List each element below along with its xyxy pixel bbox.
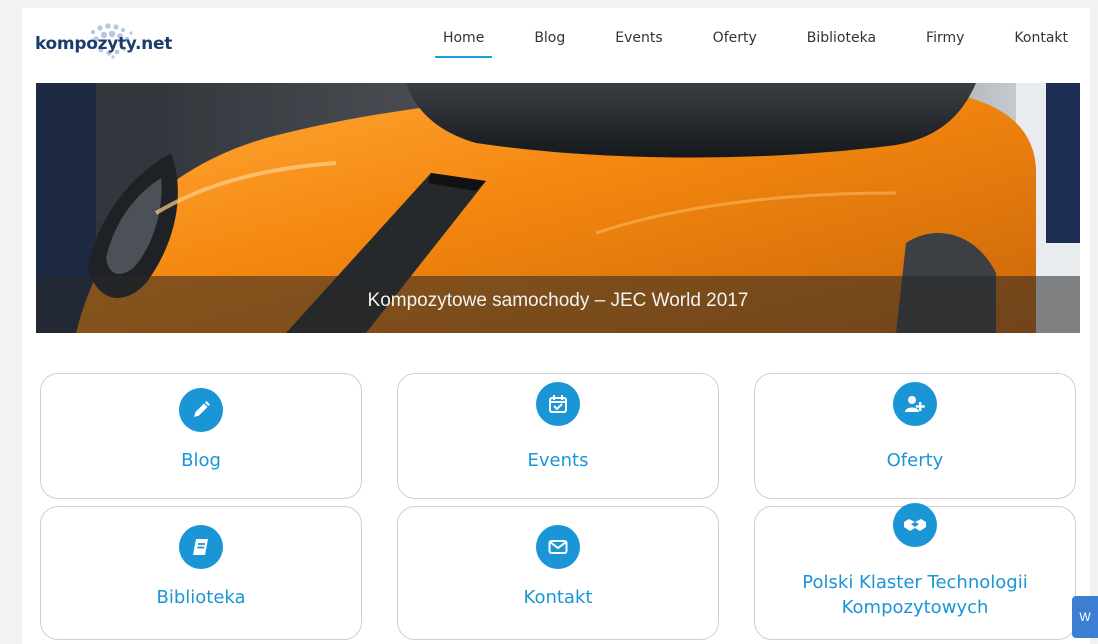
- nav-blog[interactable]: Blog: [526, 28, 573, 58]
- card-events-label: Events: [527, 450, 589, 471]
- card-blog-label: Blog: [181, 450, 221, 471]
- card-biblioteka[interactable]: Biblioteka: [40, 506, 362, 640]
- calendar-check-icon: [536, 382, 580, 426]
- card-kontakt[interactable]: Kontakt: [397, 506, 719, 640]
- card-kontakt-label: Kontakt: [523, 587, 593, 608]
- page: kompozyty.net Home Blog Events Oferty Bi…: [22, 8, 1090, 644]
- nav-biblioteka[interactable]: Biblioteka: [799, 28, 884, 58]
- hero-caption[interactable]: Kompozytowe samochody – JEC World 2017: [36, 290, 1080, 312]
- chat-widget-tab[interactable]: W: [1072, 596, 1098, 638]
- nav-kontakt[interactable]: Kontakt: [1006, 28, 1076, 58]
- nav-oferty[interactable]: Oferty: [705, 28, 765, 58]
- card-biblioteka-label: Biblioteka: [156, 587, 246, 608]
- nav-firmy[interactable]: Firmy: [918, 28, 972, 58]
- card-klaster[interactable]: Polski Klaster Technologii Kompozytowych: [754, 503, 1076, 640]
- envelope-icon: [536, 525, 580, 569]
- card-klaster-label: Polski Klaster Technologii Kompozytowych: [802, 572, 1028, 618]
- card-oferty-label: Oferty: [886, 450, 944, 471]
- nav-home[interactable]: Home: [434, 28, 493, 58]
- card-blog[interactable]: Blog: [40, 373, 362, 499]
- pencil-icon: [179, 388, 223, 432]
- card-events[interactable]: Events: [397, 373, 719, 499]
- main-nav: Home Blog Events Oferty Biblioteka Firmy…: [401, 28, 1076, 58]
- book-icon: [179, 525, 223, 569]
- hero-slider[interactable]: Kompozytowe samochody – JEC World 2017: [36, 83, 1080, 333]
- site-logo[interactable]: kompozyty.net: [35, 20, 185, 60]
- nav-events[interactable]: Events: [607, 28, 670, 58]
- logo-text: kompozyty.net: [35, 34, 173, 54]
- card-oferty[interactable]: Oferty: [754, 373, 1076, 499]
- user-plus-icon: [893, 382, 937, 426]
- handshake-icon: [893, 503, 937, 547]
